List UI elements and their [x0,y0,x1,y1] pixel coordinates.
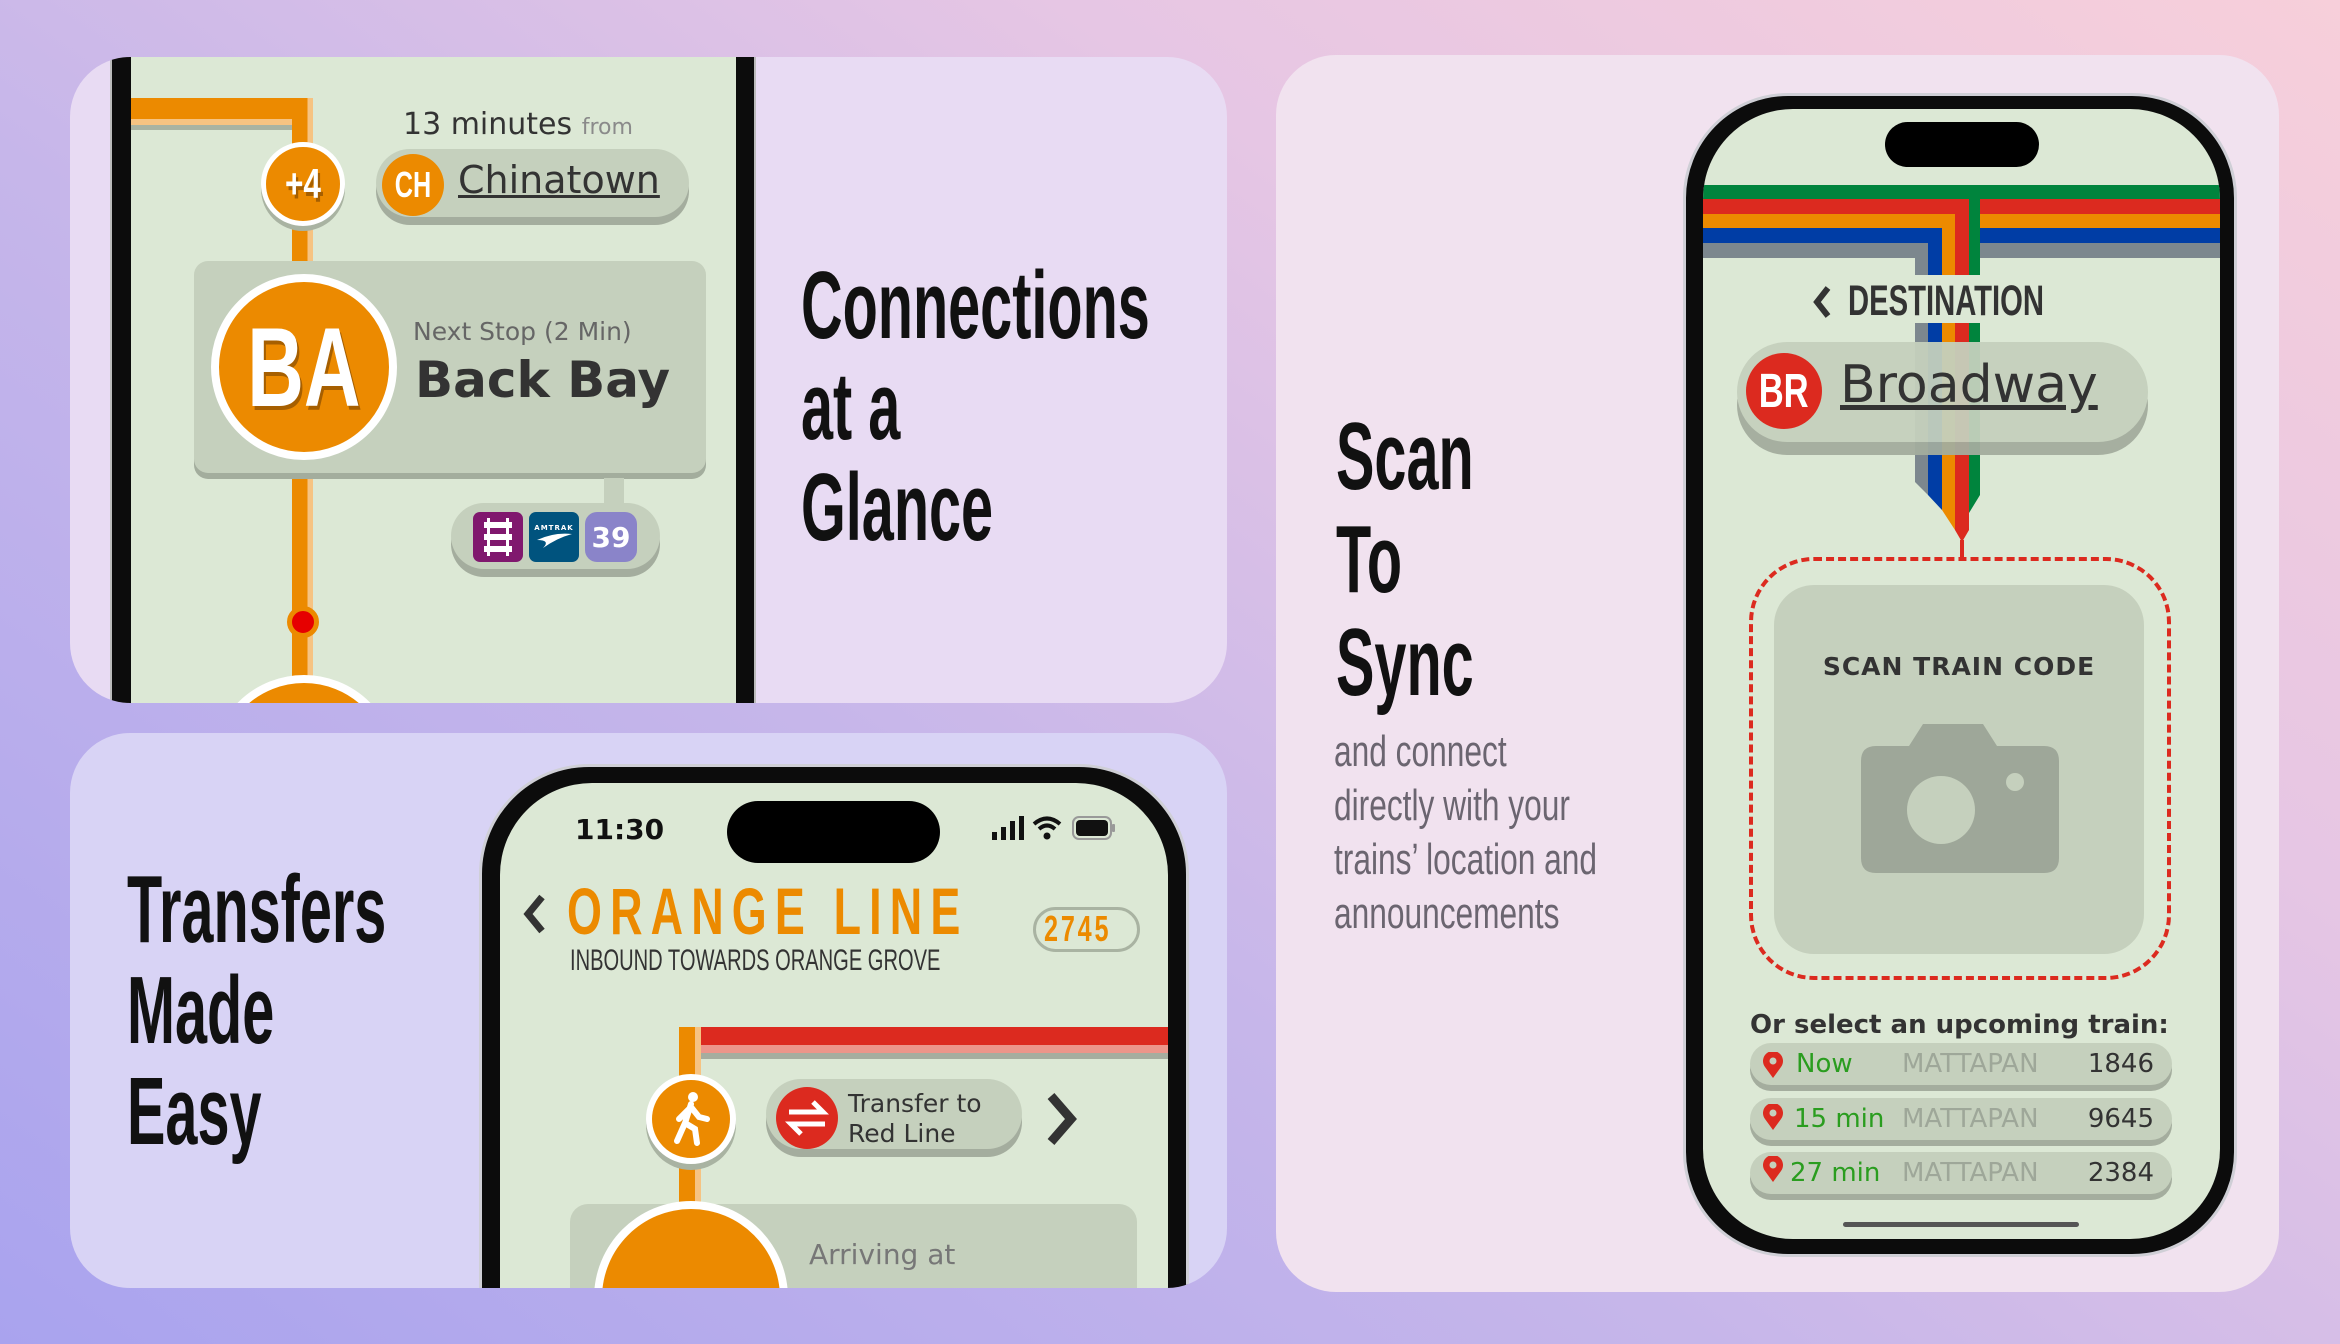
transfer-label: Transfer to Red Line [848,1089,982,1149]
body-line: announcements [1334,889,1560,938]
back-chevron-icon[interactable] [1812,285,1832,319]
skipped-stops-count: +4 [285,160,321,207]
commuter-rail-icon [473,512,523,562]
headline-line: at a [801,353,901,460]
amtrak-swoosh-icon [537,533,572,548]
next-stop-label: Next Stop (2 Min) [413,317,632,346]
body-line: and connect [1334,727,1507,776]
sync-panel: Scan To Sync and connect directly with y… [1276,55,2279,1292]
eta-from: from [581,115,633,140]
next-stop-name: Back Bay [415,351,671,409]
train-number: 1846 [2087,1049,2154,1079]
transfers-panel: Transfers Made Easy 11:30 ORANGE LINE IN… [70,733,1227,1288]
destination-label-text: DESTINATION [1848,277,2045,325]
direction-subtitle: INBOUND TOWARDS ORANGE GROVE [570,944,1123,978]
bus-route-number: 39 [591,520,631,554]
from-station-code-badge: CH [382,154,444,216]
train-destination: MATTAPAN [1902,1104,2039,1134]
train-number: 9645 [2087,1104,2154,1134]
red-line-track [679,1027,1168,1045]
train-eta: 27 min [1790,1158,1881,1188]
connections-panel: +4 13 minutes from CH Chinatown BA Next … [70,57,1227,703]
pedestrian-icon [674,1092,710,1146]
bus-route-badge: 39 [585,512,637,562]
headline-line: Connections [801,252,1150,359]
amtrak-icon: AMTRAK [529,512,579,562]
headline-line: Scan [1336,403,1474,510]
body-text: and connect directly with your trains’ l… [1334,725,1699,941]
dynamic-island [1885,122,2039,167]
headline-line: To [1336,506,1403,613]
dynamic-island [727,801,940,863]
home-indicator[interactable] [1843,1222,2079,1227]
eta-text: 13 minutes from [403,107,633,142]
headline-line: Transfers [127,856,387,963]
arriving-label: Arriving at [809,1238,956,1271]
train-number: 2384 [2087,1158,2154,1188]
skipped-stops-badge[interactable]: +4 [261,142,345,226]
from-station-code: CH [394,164,432,205]
from-station-name[interactable]: Chinatown [458,158,660,202]
arriving-station-badge [594,1201,788,1288]
upcoming-label: Or select an upcoming train: [1750,1010,2169,1040]
chevron-right-icon[interactable] [1045,1090,1079,1148]
transfer-icon [776,1087,838,1149]
location-pin-icon [1763,1052,1783,1078]
headline-line: Sync [1336,609,1474,716]
train-destination: MATTAPAN [1902,1049,2039,1079]
train-destination: MATTAPAN [1902,1158,2039,1188]
location-pin-icon [1763,1104,1783,1130]
headline-line: Easy [127,1058,262,1165]
train-row[interactable]: 27 min MATTAPAN 2384 [1750,1152,2172,1194]
status-time: 11:30 [575,813,665,846]
headline-line: Made [127,957,275,1064]
train-eta: 15 min [1794,1104,1885,1134]
train-number: 2745 [1044,908,1112,949]
train-row[interactable]: 15 min MATTAPAN 9645 [1750,1098,2172,1140]
next-stop-code: BA [247,304,361,430]
body-line: trains’ location and [1334,835,1597,884]
walk-transfer-badge [646,1074,736,1164]
headline-line: Glance [801,454,994,561]
train-row[interactable]: Now MATTAPAN 1846 [1750,1043,2172,1085]
direction-text: INBOUND TOWARDS ORANGE GROVE [570,944,941,977]
battery-icon [1072,816,1115,840]
scan-label: SCAN TRAIN CODE [1822,652,2096,681]
transfer-label-line: Transfer to [848,1089,982,1118]
train-eta: Now [1796,1049,1853,1079]
eta-minutes: 13 minutes [403,107,573,142]
camera-icon [1861,724,2059,873]
destination-code-badge: BR [1746,353,1822,429]
line-title-text: ORANGE LINE [567,874,969,948]
body-line: directly with your [1334,781,1570,830]
orange-line-horizontal [131,98,313,119]
headline: Scan To Sync [1336,405,1565,714]
location-pin-icon [1763,1156,1783,1182]
wifi-icon [1032,816,1062,840]
train-number-badge[interactable]: 2745 [1033,907,1140,952]
destination-name[interactable]: Broadway [1840,355,2098,415]
back-chevron-icon[interactable] [522,893,546,935]
destination-code: BR [1759,364,1809,418]
headline: Connections at a Glance [801,255,1227,558]
cellular-signal-icon [992,816,1024,840]
destination-label: DESTINATION [1848,277,2136,326]
transfer-label-line: Red Line [848,1119,956,1148]
current-position-dot [287,606,319,638]
next-stop-badge: BA [211,274,397,460]
